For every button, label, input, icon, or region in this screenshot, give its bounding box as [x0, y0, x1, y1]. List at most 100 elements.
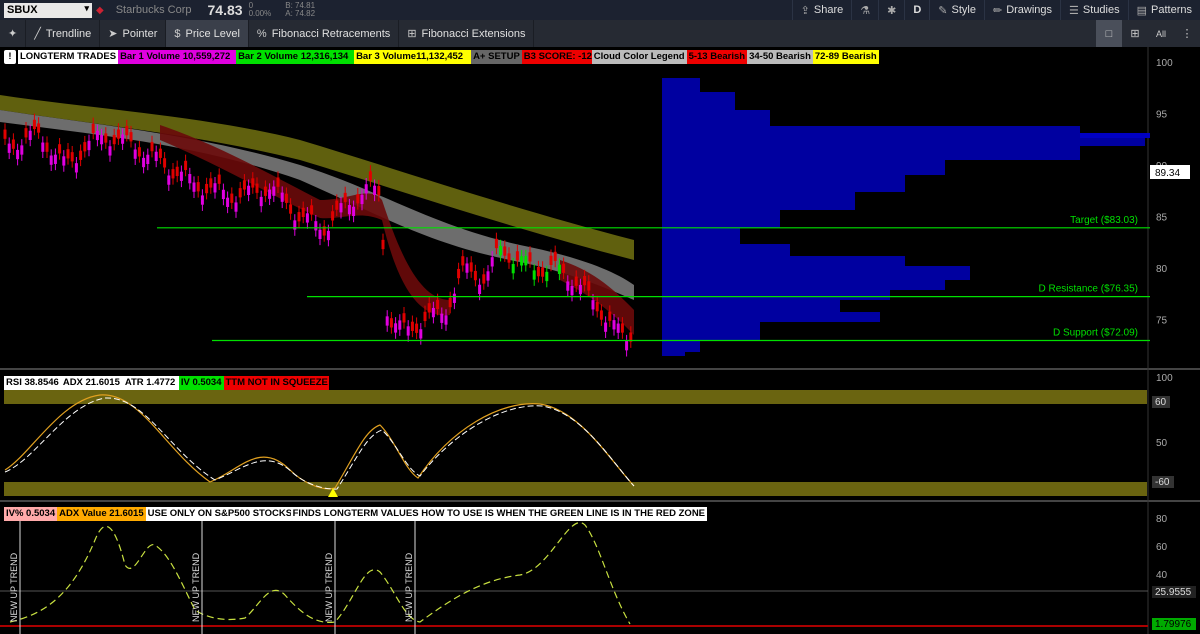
rsi-lower-label: -60 — [1155, 477, 1170, 488]
studies-button[interactable]: ☰ Studies — [1060, 0, 1128, 20]
candle — [58, 144, 62, 154]
label-cloud-2: 34-50 Bearish — [747, 50, 813, 64]
candle — [620, 323, 624, 333]
lower-study-labels: IV% 0.5034 ADX Value 21.6015 USE ONLY ON… — [4, 507, 708, 521]
period-button[interactable]: D — [904, 0, 929, 20]
candle — [196, 182, 200, 192]
candle — [616, 323, 620, 333]
candle — [549, 255, 553, 266]
candle — [310, 205, 314, 215]
fib-extensions-tool[interactable]: ⊞ Fibonacci Extensions — [399, 20, 535, 47]
candle — [66, 149, 70, 159]
flag-icon[interactable]: ◆ — [96, 5, 104, 16]
candle — [20, 145, 24, 155]
candle — [251, 178, 255, 188]
candle — [520, 256, 524, 266]
candle — [91, 123, 95, 134]
candle — [532, 270, 536, 280]
candle — [583, 275, 587, 286]
rsi-axis-tick: 100 — [1156, 373, 1173, 384]
share-button[interactable]: ⇪ Share — [791, 0, 852, 20]
chevron-down-icon[interactable]: ▾ — [84, 3, 89, 14]
candle — [24, 128, 28, 138]
volume-profile-bar — [662, 300, 840, 312]
candle — [70, 152, 74, 162]
candle — [436, 299, 440, 310]
symbol-input[interactable]: SBUX ▾ — [4, 2, 92, 18]
close-study-icon[interactable]: ! — [4, 50, 16, 64]
candle — [578, 284, 582, 295]
volume-profile-bar — [662, 322, 760, 340]
pointer-tool[interactable]: ➤ Pointer — [100, 20, 167, 47]
candle — [431, 307, 435, 318]
label-adx: ADX 21.6015 — [60, 376, 123, 390]
candle — [394, 323, 398, 333]
candle — [213, 183, 217, 193]
candle — [205, 183, 209, 194]
candle — [163, 158, 167, 168]
candle — [83, 142, 87, 152]
gear-button[interactable]: ✱ — [878, 0, 904, 20]
label-rsi: RSI 38.8546 — [4, 376, 61, 390]
lower-label-a: 25.9555 — [1155, 587, 1192, 598]
grid-icon: ⊞ — [407, 28, 417, 40]
candle — [45, 142, 49, 152]
lower-axis-tick: 80 — [1156, 514, 1168, 525]
adx-line — [9, 522, 631, 625]
drawings-button[interactable]: ✏ Drawings — [983, 0, 1060, 20]
rsi-study-labels: RSI 38.8546 ADX 21.6015 ATR 1.4772 IV 0.… — [4, 376, 329, 390]
trendline-tool[interactable]: ╱ Trendline — [26, 20, 101, 47]
grid-layout-button[interactable]: ⊞ — [1122, 20, 1148, 47]
lower-label-b: 1.79976 — [1155, 619, 1192, 630]
price-chart[interactable]: Target ($83.03) D Resistance ($76.35) D Su… — [0, 47, 1200, 634]
candle — [482, 274, 486, 284]
rsi-axis-tick: 50 — [1156, 438, 1168, 449]
candle — [591, 300, 595, 310]
candle — [625, 341, 629, 351]
single-layout-button[interactable]: □ — [1096, 20, 1122, 47]
candle — [49, 155, 53, 165]
candle — [129, 132, 133, 142]
candle — [587, 281, 591, 291]
candle — [608, 311, 612, 321]
price-axis-tick: 100 — [1156, 58, 1173, 69]
candle — [142, 157, 146, 168]
more-button[interactable]: ⋮ — [1174, 20, 1200, 47]
volume-profile-bar — [662, 256, 905, 266]
volume-profile-bar — [662, 160, 945, 175]
style-icon: ✎ — [938, 4, 948, 17]
candle — [553, 251, 557, 262]
lower-axis-tick: 40 — [1156, 570, 1168, 581]
candle — [381, 239, 385, 250]
candle — [268, 189, 272, 199]
candle — [612, 320, 616, 330]
all-button[interactable]: All — [1148, 20, 1174, 47]
label-atr: ATR 1.4772 — [122, 376, 179, 390]
price-level-tool[interactable]: $ Price Level — [166, 20, 249, 47]
fib-retracements-tool[interactable]: % Fibonacci Retracements — [249, 20, 400, 47]
label-cloud-1: 5-13 Bearish — [686, 50, 748, 64]
label-bar2: Bar 2 Volume 12,316,134 — [236, 50, 355, 64]
candle — [217, 174, 221, 184]
candle — [116, 129, 120, 139]
candle — [444, 315, 448, 325]
lower-axis-tick: 60 — [1156, 542, 1168, 553]
pin-tool[interactable]: ✦ — [0, 20, 27, 47]
flask-button[interactable]: ⚗ — [851, 0, 878, 20]
candle — [515, 251, 519, 261]
rsi-avg-line — [4, 397, 635, 490]
candle — [469, 262, 473, 272]
candle — [402, 313, 406, 323]
candle — [499, 245, 503, 256]
volume-profile-bar — [662, 266, 970, 280]
candle — [377, 186, 381, 196]
volume-profile-bar — [662, 110, 770, 126]
candle — [133, 149, 137, 159]
candle — [352, 206, 356, 217]
style-button[interactable]: ✎ Style — [929, 0, 984, 20]
patterns-button[interactable]: ▤ Patterns — [1127, 0, 1200, 20]
label-legend: Cloud Color Legend — [591, 50, 687, 64]
candle — [175, 166, 179, 177]
candle — [301, 207, 305, 218]
candle — [604, 322, 608, 332]
